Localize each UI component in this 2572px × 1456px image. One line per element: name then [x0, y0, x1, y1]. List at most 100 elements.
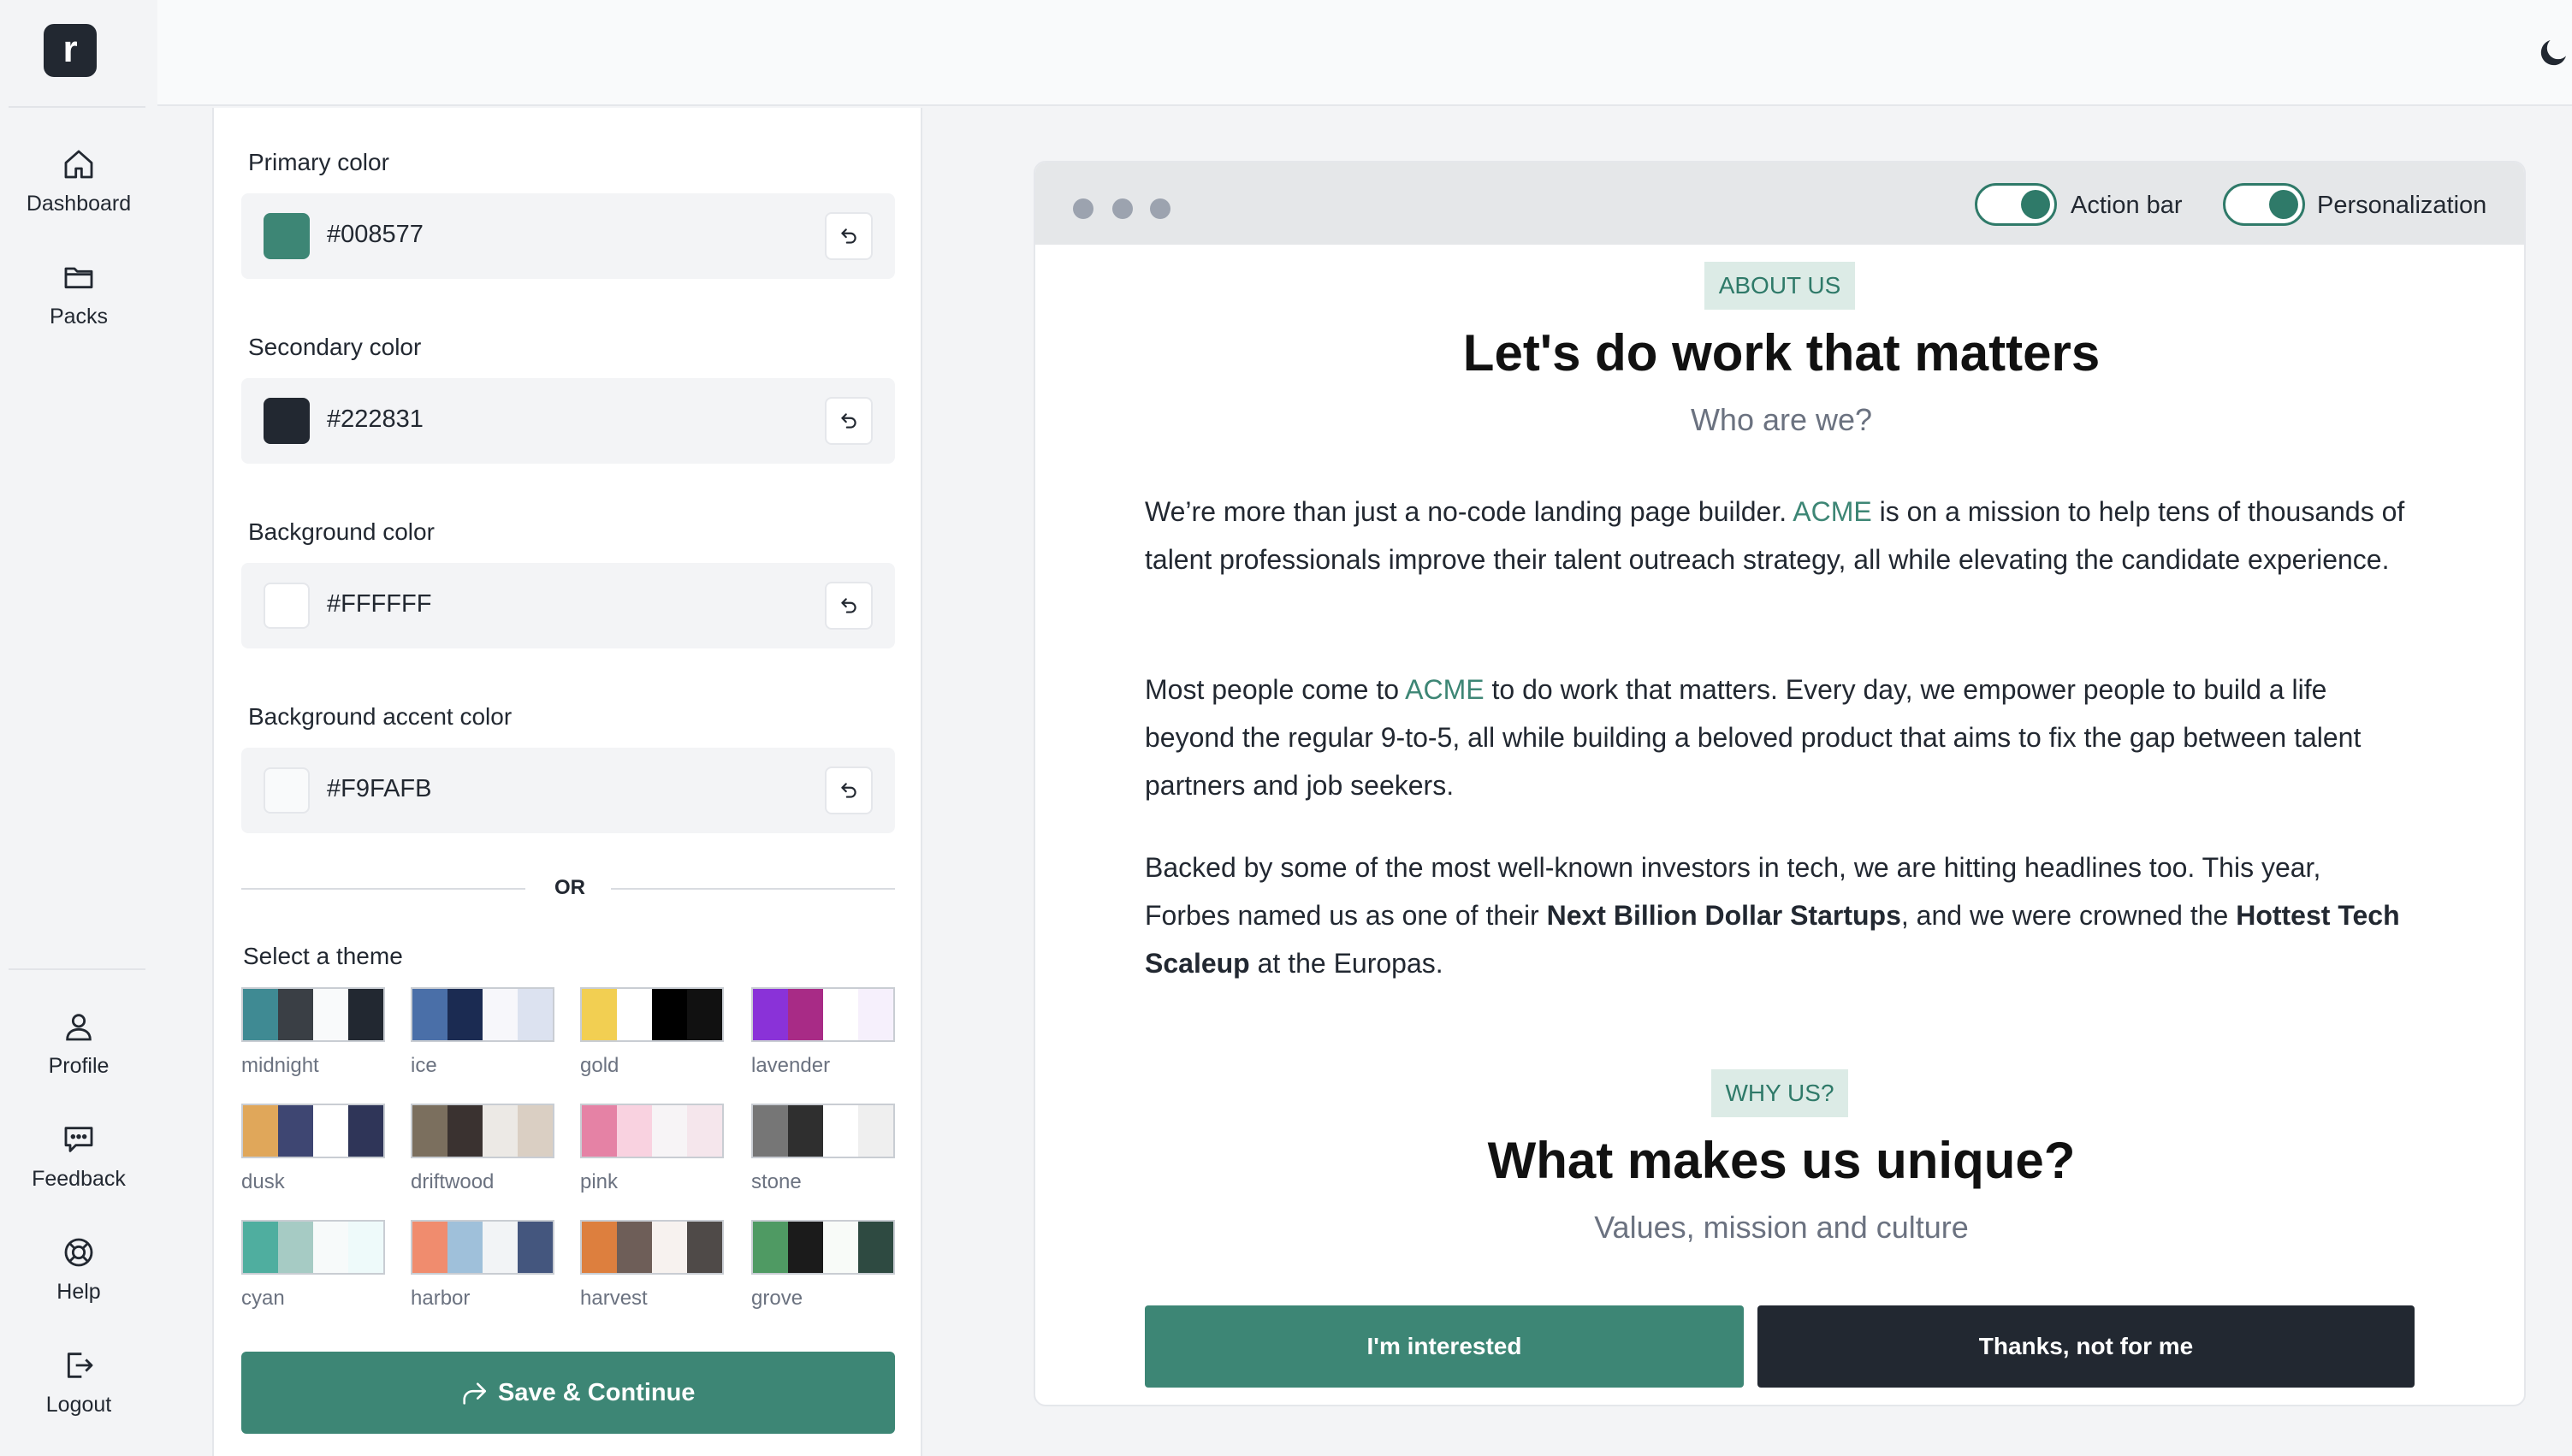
theme-palette[interactable] — [411, 1220, 554, 1275]
sidebar-item-label: Feedback — [32, 1167, 126, 1191]
toggle-knob — [2021, 190, 2050, 219]
theme-palette[interactable] — [580, 987, 724, 1042]
color-swatch[interactable] — [264, 398, 310, 444]
logout-icon — [67, 1352, 93, 1378]
theme-palette[interactable] — [241, 987, 385, 1042]
about-us-pill: ABOUT US — [1704, 262, 1855, 310]
theme-label: Select a theme — [243, 943, 403, 969]
theme-palette[interactable] — [751, 987, 895, 1042]
save-continue-button[interactable]: Save & Continue — [241, 1352, 895, 1434]
about-paragraph-3: Backed by some of the most well-known in… — [1145, 843, 2411, 987]
sidebar-item-help[interactable]: Help — [0, 1235, 157, 1305]
secondary-color-label: Secondary color — [248, 334, 422, 360]
moon-icon[interactable] — [2536, 34, 2572, 70]
undo-icon — [841, 783, 856, 798]
sidebar-item-label: Logout — [45, 1393, 112, 1417]
brand-link[interactable]: ACME — [1793, 496, 1871, 527]
theme-palette[interactable] — [751, 1104, 895, 1158]
undo-icon — [841, 413, 856, 429]
theme-palette[interactable] — [751, 1220, 895, 1275]
sidebar-divider — [9, 106, 145, 108]
personalization-toggle[interactable] — [2223, 183, 2305, 226]
bold-text: Next Billion Dollar Startups — [1546, 900, 1901, 931]
theme-pink[interactable]: pink — [580, 1104, 724, 1194]
chat-icon — [64, 1127, 93, 1152]
theme-stone[interactable]: stone — [751, 1104, 895, 1194]
color-hex-value[interactable]: #F9FAFB — [327, 775, 432, 803]
background-color-field[interactable]: #FFFFFF — [241, 563, 895, 648]
sidebar-item-packs[interactable]: Packs — [0, 260, 157, 329]
theme-palette[interactable] — [411, 1104, 554, 1158]
theme-dusk[interactable]: dusk — [241, 1104, 385, 1194]
sidebar-divider — [9, 968, 145, 970]
color-hex-value[interactable]: #222831 — [327, 405, 424, 434]
reset-button[interactable] — [825, 582, 873, 630]
window-dot — [1150, 198, 1170, 219]
browser-toolbar: Action bar Personalization — [1035, 163, 2524, 245]
theme-harbor[interactable]: harbor — [411, 1220, 554, 1311]
interested-button[interactable]: I'm interested — [1145, 1305, 1744, 1388]
color-hex-value[interactable]: #FFFFFF — [327, 590, 431, 619]
app-logo[interactable]: r — [44, 24, 97, 77]
primary-color-label: Primary color — [248, 149, 389, 175]
why-title: What makes us unique? — [1487, 1132, 2076, 1189]
theme-name: cyan — [241, 1287, 285, 1310]
top-bar: AD — [157, 0, 2572, 106]
theme-harvest[interactable]: harvest — [580, 1220, 724, 1311]
theme-name: grove — [751, 1287, 803, 1310]
color-swatch[interactable] — [264, 213, 310, 259]
folder-icon — [64, 267, 93, 289]
divider-line — [241, 888, 525, 890]
theme-driftwood[interactable]: driftwood — [411, 1104, 554, 1194]
primary-color-field[interactable]: #008577 — [241, 193, 895, 279]
theme-cyan[interactable]: cyan — [241, 1220, 385, 1311]
theme-name: harbor — [411, 1287, 471, 1310]
theme-name: midnight — [241, 1054, 319, 1077]
about-paragraph-2: Most people come to ACME to do work that… — [1145, 666, 2411, 809]
color-swatch[interactable] — [264, 767, 310, 814]
sidebar-item-profile[interactable]: Profile — [0, 1009, 157, 1079]
theme-gold[interactable]: gold — [580, 987, 724, 1078]
background-color-label: Background color — [248, 518, 435, 545]
why-subtitle: Values, mission and culture — [1594, 1210, 1969, 1245]
home-icon — [64, 150, 93, 179]
theme-palette[interactable] — [580, 1104, 724, 1158]
or-divider: OR — [241, 871, 895, 905]
brand-link[interactable]: ACME — [1405, 674, 1484, 705]
about-title: Let's do work that matters — [1462, 324, 2101, 382]
paragraph-text: Most people come to — [1145, 674, 1406, 705]
sidebar-item-label: Dashboard — [26, 192, 132, 216]
undo-icon — [841, 228, 856, 244]
color-swatch[interactable] — [264, 583, 310, 629]
secondary-color-field[interactable]: #222831 — [241, 378, 895, 464]
theme-palette[interactable] — [241, 1104, 385, 1158]
theme-name: stone — [751, 1170, 802, 1193]
sidebar-item-logout[interactable]: Logout — [0, 1348, 157, 1418]
not-for-me-button[interactable]: Thanks, not for me — [1757, 1305, 2415, 1388]
undo-icon — [841, 598, 856, 613]
theme-palette[interactable] — [411, 987, 554, 1042]
background-accent-color-field[interactable]: #F9FAFB — [241, 748, 895, 833]
theme-grove[interactable]: grove — [751, 1220, 895, 1311]
settings-panel: Primary color #008577 Secondary color #2… — [212, 108, 922, 1456]
theme-palette[interactable] — [580, 1220, 724, 1275]
theme-ice[interactable]: ice — [411, 987, 554, 1078]
sidebar-item-dashboard[interactable]: Dashboard — [0, 147, 157, 216]
theme-lavender[interactable]: lavender — [751, 987, 895, 1078]
reset-button[interactable] — [825, 766, 873, 814]
theme-midnight[interactable]: midnight — [241, 987, 385, 1078]
paragraph-text: , and we were crowned the — [1900, 900, 2237, 931]
about-subtitle: Who are we? — [1690, 402, 1873, 437]
action-bar-toggle[interactable] — [1975, 183, 2057, 226]
sidebar-item-feedback[interactable]: Feedback — [0, 1122, 157, 1192]
reset-button[interactable] — [825, 397, 873, 445]
or-label: OR — [554, 876, 585, 899]
reset-button[interactable] — [825, 212, 873, 260]
theme-palette[interactable] — [241, 1220, 385, 1275]
window-dot — [1073, 198, 1093, 219]
action-bar-label: Action bar — [2071, 192, 2183, 219]
background-accent-color-label: Background accent color — [248, 703, 513, 730]
divider-line — [611, 888, 895, 890]
sidebar-item-label: Packs — [49, 305, 109, 328]
color-hex-value[interactable]: #008577 — [327, 221, 424, 249]
